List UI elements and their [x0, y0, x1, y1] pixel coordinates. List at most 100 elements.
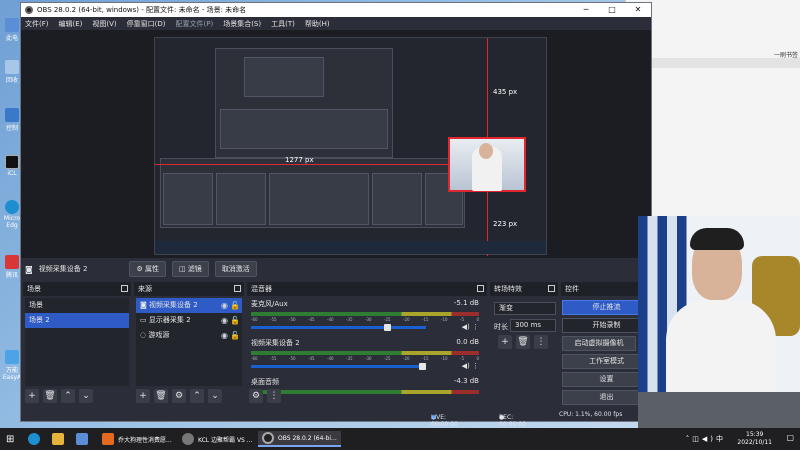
transitions-toolbar: + 🗑 ⋮ — [498, 334, 556, 350]
desktop-icon-recycle-bin[interactable]: 回收 — [2, 60, 22, 84]
ime-icon: 中 — [716, 435, 726, 443]
menu-scene-collection[interactable]: 场景集合(S) — [223, 19, 261, 29]
move-down-icon[interactable]: ⌄ — [208, 389, 222, 403]
taskbar-explorer[interactable] — [48, 431, 68, 447]
preview-area[interactable]: 435 px 1277 px 223 px — [21, 30, 651, 258]
sources-dock: 来源 ◙ 视频采集设备 2 ◉ 🔓 ▭ 显示器采集 2 ◉ 🔓 ◌ 游戏源 ◉ 🔓 + 🗑 … — [134, 282, 244, 406]
mixer-toolbar: ⚙ ⋮ — [249, 388, 485, 404]
filters-button[interactable]: ◫ 滤镜 — [171, 261, 209, 277]
more-icon[interactable]: ⋮ — [472, 323, 479, 331]
eye-icon[interactable]: ◉ — [221, 313, 228, 328]
edge-icon — [28, 433, 40, 445]
preview-canvas[interactable]: 435 px 1277 px 223 px — [154, 37, 547, 256]
volume-fader[interactable]: ◀) ⋮ — [251, 323, 479, 331]
source-item[interactable]: ▭ 显示器采集 2 ◉ 🔓 — [136, 313, 242, 328]
taskbar-app-browser[interactable]: 乔大狗理性消费愿... — [98, 431, 176, 447]
gear-icon[interactable]: ⚙ — [249, 389, 263, 403]
taskbar-store[interactable] — [72, 431, 92, 447]
edge-icon — [5, 200, 19, 214]
source-item-selected[interactable]: ◙ 视频采集设备 2 ◉ 🔓 — [136, 298, 242, 313]
properties-button[interactable]: ⚙ 属性 — [129, 261, 166, 277]
selected-source-bounding-box[interactable] — [448, 137, 526, 192]
menu-view[interactable]: 视图(V) — [92, 19, 116, 29]
audio-mixer-dock: 混音器 麦克风/Aux -5.1 dB -60 -55 -50 -45 -40 -35 -3… — [247, 282, 487, 406]
trash-icon[interactable]: 🗑 — [154, 389, 168, 403]
desktop-icon-tencent[interactable]: 腾讯 — [2, 255, 22, 279]
source-item[interactable]: ◌ 游戏源 ◉ 🔓 — [136, 328, 242, 343]
lock-icon[interactable]: 🔓 — [230, 313, 240, 328]
desktop-icon-edge[interactable]: Micro Edg — [2, 200, 22, 229]
duration-label: 时长 — [494, 323, 508, 331]
taskbar-app-video[interactable]: KCL 边聚帮霸 VS ... — [178, 431, 257, 447]
popout-icon[interactable] — [548, 285, 555, 292]
start-button[interactable]: ⊞ — [2, 431, 18, 447]
scene-item[interactable]: 场景 — [25, 298, 129, 313]
sources-toolbar: + 🗑 ⚙ ⌃ ⌄ — [136, 388, 242, 404]
speaker-icon[interactable]: ◀) — [462, 323, 470, 331]
trash-icon[interactable]: 🗑 — [516, 335, 530, 349]
taskbar-app-obs[interactable]: OBS 28.0.2 (64-bi... — [258, 431, 341, 447]
more-icon[interactable]: ⋮ — [534, 335, 548, 349]
webcam-overlay — [638, 216, 800, 428]
add-icon[interactable]: + — [136, 389, 150, 403]
menu-edit[interactable]: 编辑(E) — [59, 19, 83, 29]
selected-source-name: 视频采集设备 2 — [38, 265, 88, 273]
notification-icon[interactable]: ▢ — [786, 433, 794, 442]
maximize-button[interactable]: □ — [599, 3, 625, 17]
nested-preview-upper — [215, 48, 393, 158]
move-up-icon[interactable]: ⌃ — [61, 389, 75, 403]
menu-profile[interactable]: 配置文件(P) — [176, 19, 214, 29]
add-icon[interactable]: + — [498, 335, 512, 349]
add-icon[interactable]: + — [25, 389, 39, 403]
taskbar-edge[interactable] — [24, 431, 44, 447]
menu-tools[interactable]: 工具(T) — [271, 19, 295, 29]
obs-window: OBS 28.0.2 (64-bit, windows) - 配置文件: 未命名… — [20, 2, 652, 428]
speaker-icon[interactable]: ◀) — [462, 362, 470, 370]
volume-fader[interactable]: ◀) ⋮ — [251, 362, 479, 370]
eye-icon[interactable]: ◉ — [221, 298, 228, 313]
move-up-icon[interactable]: ⌃ — [190, 389, 204, 403]
volume-slider-handle[interactable] — [384, 324, 391, 331]
popout-icon[interactable] — [477, 285, 484, 292]
popout-icon[interactable] — [234, 285, 241, 292]
measure-left-label: 1277 px — [285, 156, 314, 164]
more-icon[interactable]: ⋮ — [472, 362, 479, 370]
volume-icon: ◀) — [701, 435, 716, 443]
folder-icon — [52, 433, 64, 445]
desktop-icon-icloud[interactable]: iCL — [2, 155, 22, 177]
system-tray[interactable]: ˄◫◀)中 — [686, 434, 726, 444]
lock-icon[interactable]: 🔓 — [230, 328, 240, 343]
measure-top-label: 435 px — [493, 88, 518, 96]
channel-name: 麦克风/Aux — [251, 300, 288, 308]
minimize-button[interactable]: ─ — [573, 3, 599, 17]
popout-icon[interactable] — [121, 285, 128, 292]
start-virtual-camera-button[interactable]: 启动虚拟摄像机 — [562, 336, 636, 351]
measure-line-horizontal — [155, 164, 448, 165]
scenes-toolbar: + 🗑 ⌃ ⌄ — [25, 388, 129, 404]
menu-help[interactable]: 帮助(H) — [305, 19, 330, 29]
volume-slider-handle[interactable] — [419, 363, 426, 370]
close-button[interactable]: ✕ — [625, 3, 651, 17]
more-icon[interactable]: ⋮ — [267, 389, 281, 403]
lock-icon[interactable]: 🔓 — [230, 298, 240, 313]
deactivate-button[interactable]: 取消激活 — [214, 261, 257, 277]
desktop-icon-this-pc[interactable]: 此电 — [2, 18, 22, 42]
trash-icon[interactable]: 🗑 — [43, 389, 57, 403]
transition-type-select[interactable]: 渐变 — [494, 302, 556, 315]
scene-item-selected[interactable]: 场景 2 — [25, 313, 129, 328]
window-title: OBS 28.0.2 (64-bit, windows) - 配置文件: 未命名… — [37, 6, 247, 14]
duration-input[interactable]: 300 ms — [510, 319, 556, 332]
title-bar[interactable]: OBS 28.0.2 (64-bit, windows) - 配置文件: 未命名… — [21, 3, 651, 17]
eye-icon[interactable]: ◉ — [221, 328, 228, 343]
desktop-icon-control-panel[interactable]: 控制 — [2, 108, 22, 132]
camera-icon: ◙ — [25, 264, 33, 274]
gear-icon[interactable]: ⚙ — [172, 389, 186, 403]
taskbar-clock[interactable]: 15:39 2022/10/11 — [737, 431, 772, 447]
cpu-status: CPU: 1.1%, 60.00 fps — [559, 411, 623, 418]
camera-icon: ◙ — [140, 301, 150, 309]
menu-file[interactable]: 文件(F) — [25, 19, 49, 29]
menu-docks[interactable]: 停靠窗口(D) — [127, 19, 166, 29]
move-down-icon[interactable]: ⌄ — [79, 389, 93, 403]
window-controls: ─ □ ✕ — [573, 3, 651, 17]
desktop-icon-easyapp[interactable]: 万能 EasyA — [2, 350, 22, 381]
